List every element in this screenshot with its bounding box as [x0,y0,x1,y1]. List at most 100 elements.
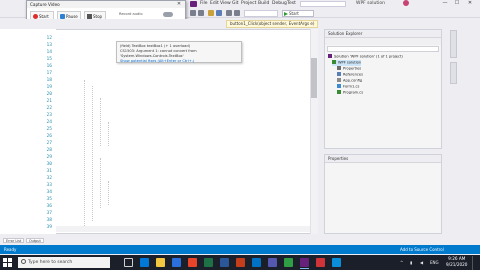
excel-icon[interactable] [204,258,213,267]
tree-references[interactable]: References [337,72,363,78]
active-app-indicator [300,268,309,269]
menu-project[interactable]: Project [241,1,256,7]
indent-guide [84,80,85,226]
record-audio-label: Record audio [119,12,143,16]
editor-scroll-thumb[interactable] [311,58,317,98]
indent-guide [100,158,101,208]
minimize-button[interactable]: — [440,0,450,7]
back-icon[interactable] [190,10,196,16]
line-number: 32 [46,176,52,181]
store-icon[interactable] [172,258,181,267]
tree-project[interactable]: WPF solution [332,60,362,66]
photos-icon[interactable] [332,258,341,267]
user-avatar[interactable] [403,0,409,6]
dialog-title: Capture Video [27,1,185,8]
maximize-button[interactable]: ☐ [452,0,462,7]
line-number: 28 [46,148,52,153]
task-view-icon[interactable] [124,258,133,267]
window-title: WPF solution [356,1,386,6]
line-number: 31 [46,169,52,174]
chrome-icon[interactable] [188,258,197,267]
close-window-button[interactable]: ✕ [465,0,475,7]
forward-icon[interactable] [198,10,204,16]
tree-item-label: Properties [343,66,362,71]
record-audio-toggle[interactable] [163,12,173,17]
menu-test[interactable]: Test [287,1,296,7]
clock-date: 9/21/2020 [446,262,468,267]
edge-icon[interactable] [140,258,149,267]
indent-guide [108,181,109,205]
tray-chevron-icon[interactable]: ^ [400,258,403,267]
solution-explorer-search[interactable] [327,46,439,52]
titlebar-search-input[interactable] [300,1,346,7]
line-number: 27 [46,141,52,146]
line-number: 13 [46,43,52,48]
line-number: 15 [46,57,52,62]
menu-edit[interactable]: Edit [210,1,219,7]
recorder-app-icon[interactable] [316,258,325,267]
tooltip-fixes-link[interactable]: Show potential fixes (Alt+Enter or Ctrl+… [120,59,238,64]
undo-icon[interactable] [226,10,232,16]
solution-explorer-toolbar [325,38,441,45]
windows-start-button[interactable] [3,258,12,267]
vertical-tab-team-explorer[interactable] [450,30,457,58]
taskbar-clock[interactable]: 9:26 AM 9/21/2020 [446,256,467,268]
open-folder-icon[interactable] [208,10,214,16]
word-icon[interactable] [220,258,229,267]
properties-panel: Properties [324,154,442,234]
outlook-icon[interactable] [252,258,261,267]
tree-item-label: Solution 'WPF solution' (1 of 1 project) [334,54,403,59]
indent-guide [108,122,109,146]
search-icon [21,259,26,264]
visual-studio-taskbar-icon[interactable] [300,258,309,267]
redo-icon[interactable] [234,10,240,16]
indent-guide [92,86,93,221]
show-desktop-button[interactable] [472,256,480,270]
spotify-icon[interactable] [284,258,293,267]
tree-item-label: WPF solution [338,60,362,65]
csharp-file-icon [337,90,341,94]
tree-item-label: References [343,72,363,77]
solution-icon [328,54,332,58]
method-navigation-dropdown[interactable]: button1_Click(object sender, EventArgs e… [226,20,318,28]
vertical-tab-git-changes[interactable] [450,62,457,84]
start-debugging-button[interactable]: Start [282,10,314,17]
line-number: 29 [46,155,52,160]
references-icon [337,72,341,76]
editor-horizontal-scrollbar[interactable] [56,226,310,232]
quick-info-tooltip: (field) TextBox textBox1 (+ 1 overload) … [116,41,242,63]
menu-build[interactable]: Build [258,1,269,7]
line-number: 34 [46,190,52,195]
menu-debug[interactable]: Debug [272,1,287,7]
tree-solution[interactable]: Solution 'WPF solution' (1 of 1 project) [328,54,403,60]
tab-error-list[interactable]: Error List [3,238,25,243]
configuration-dropdown[interactable] [244,10,278,17]
teams-icon[interactable] [268,258,277,267]
menu-view[interactable]: View [220,1,231,7]
taskbar-search-input[interactable]: Type here to search [18,257,110,268]
line-number: 17 [46,71,52,76]
line-number: 18 [46,78,52,83]
menu-git[interactable]: Git [232,1,239,7]
menu-file[interactable]: File [200,1,208,7]
source-control-button[interactable]: Add to Source Control [400,245,444,254]
tree-item-label: Form1.cs [343,84,360,89]
properties-title: Properties [325,155,441,163]
dialog-close-button[interactable]: ✕ [175,1,183,8]
tree-program[interactable]: Program.cs [337,90,363,96]
solution-explorer-title: Solution Explorer [325,30,441,38]
tree-properties[interactable]: Properties [337,66,361,72]
save-icon[interactable] [216,10,222,16]
tab-output[interactable]: Output [26,238,44,243]
tray-language[interactable]: ENG [430,258,439,267]
line-number: 26 [46,134,52,139]
tray-network-icon[interactable]: ▮ [410,258,412,267]
indent-guide [100,98,101,146]
line-number: 21 [46,99,52,104]
tray-volume-icon[interactable]: ◀ [420,258,423,267]
powerpoint-icon[interactable] [236,258,245,267]
tree-form1[interactable]: Form1.cs [337,84,359,90]
file-explorer-icon[interactable] [156,258,165,267]
tree-app-config[interactable]: App.config [337,78,362,84]
line-number: 36 [46,204,52,209]
